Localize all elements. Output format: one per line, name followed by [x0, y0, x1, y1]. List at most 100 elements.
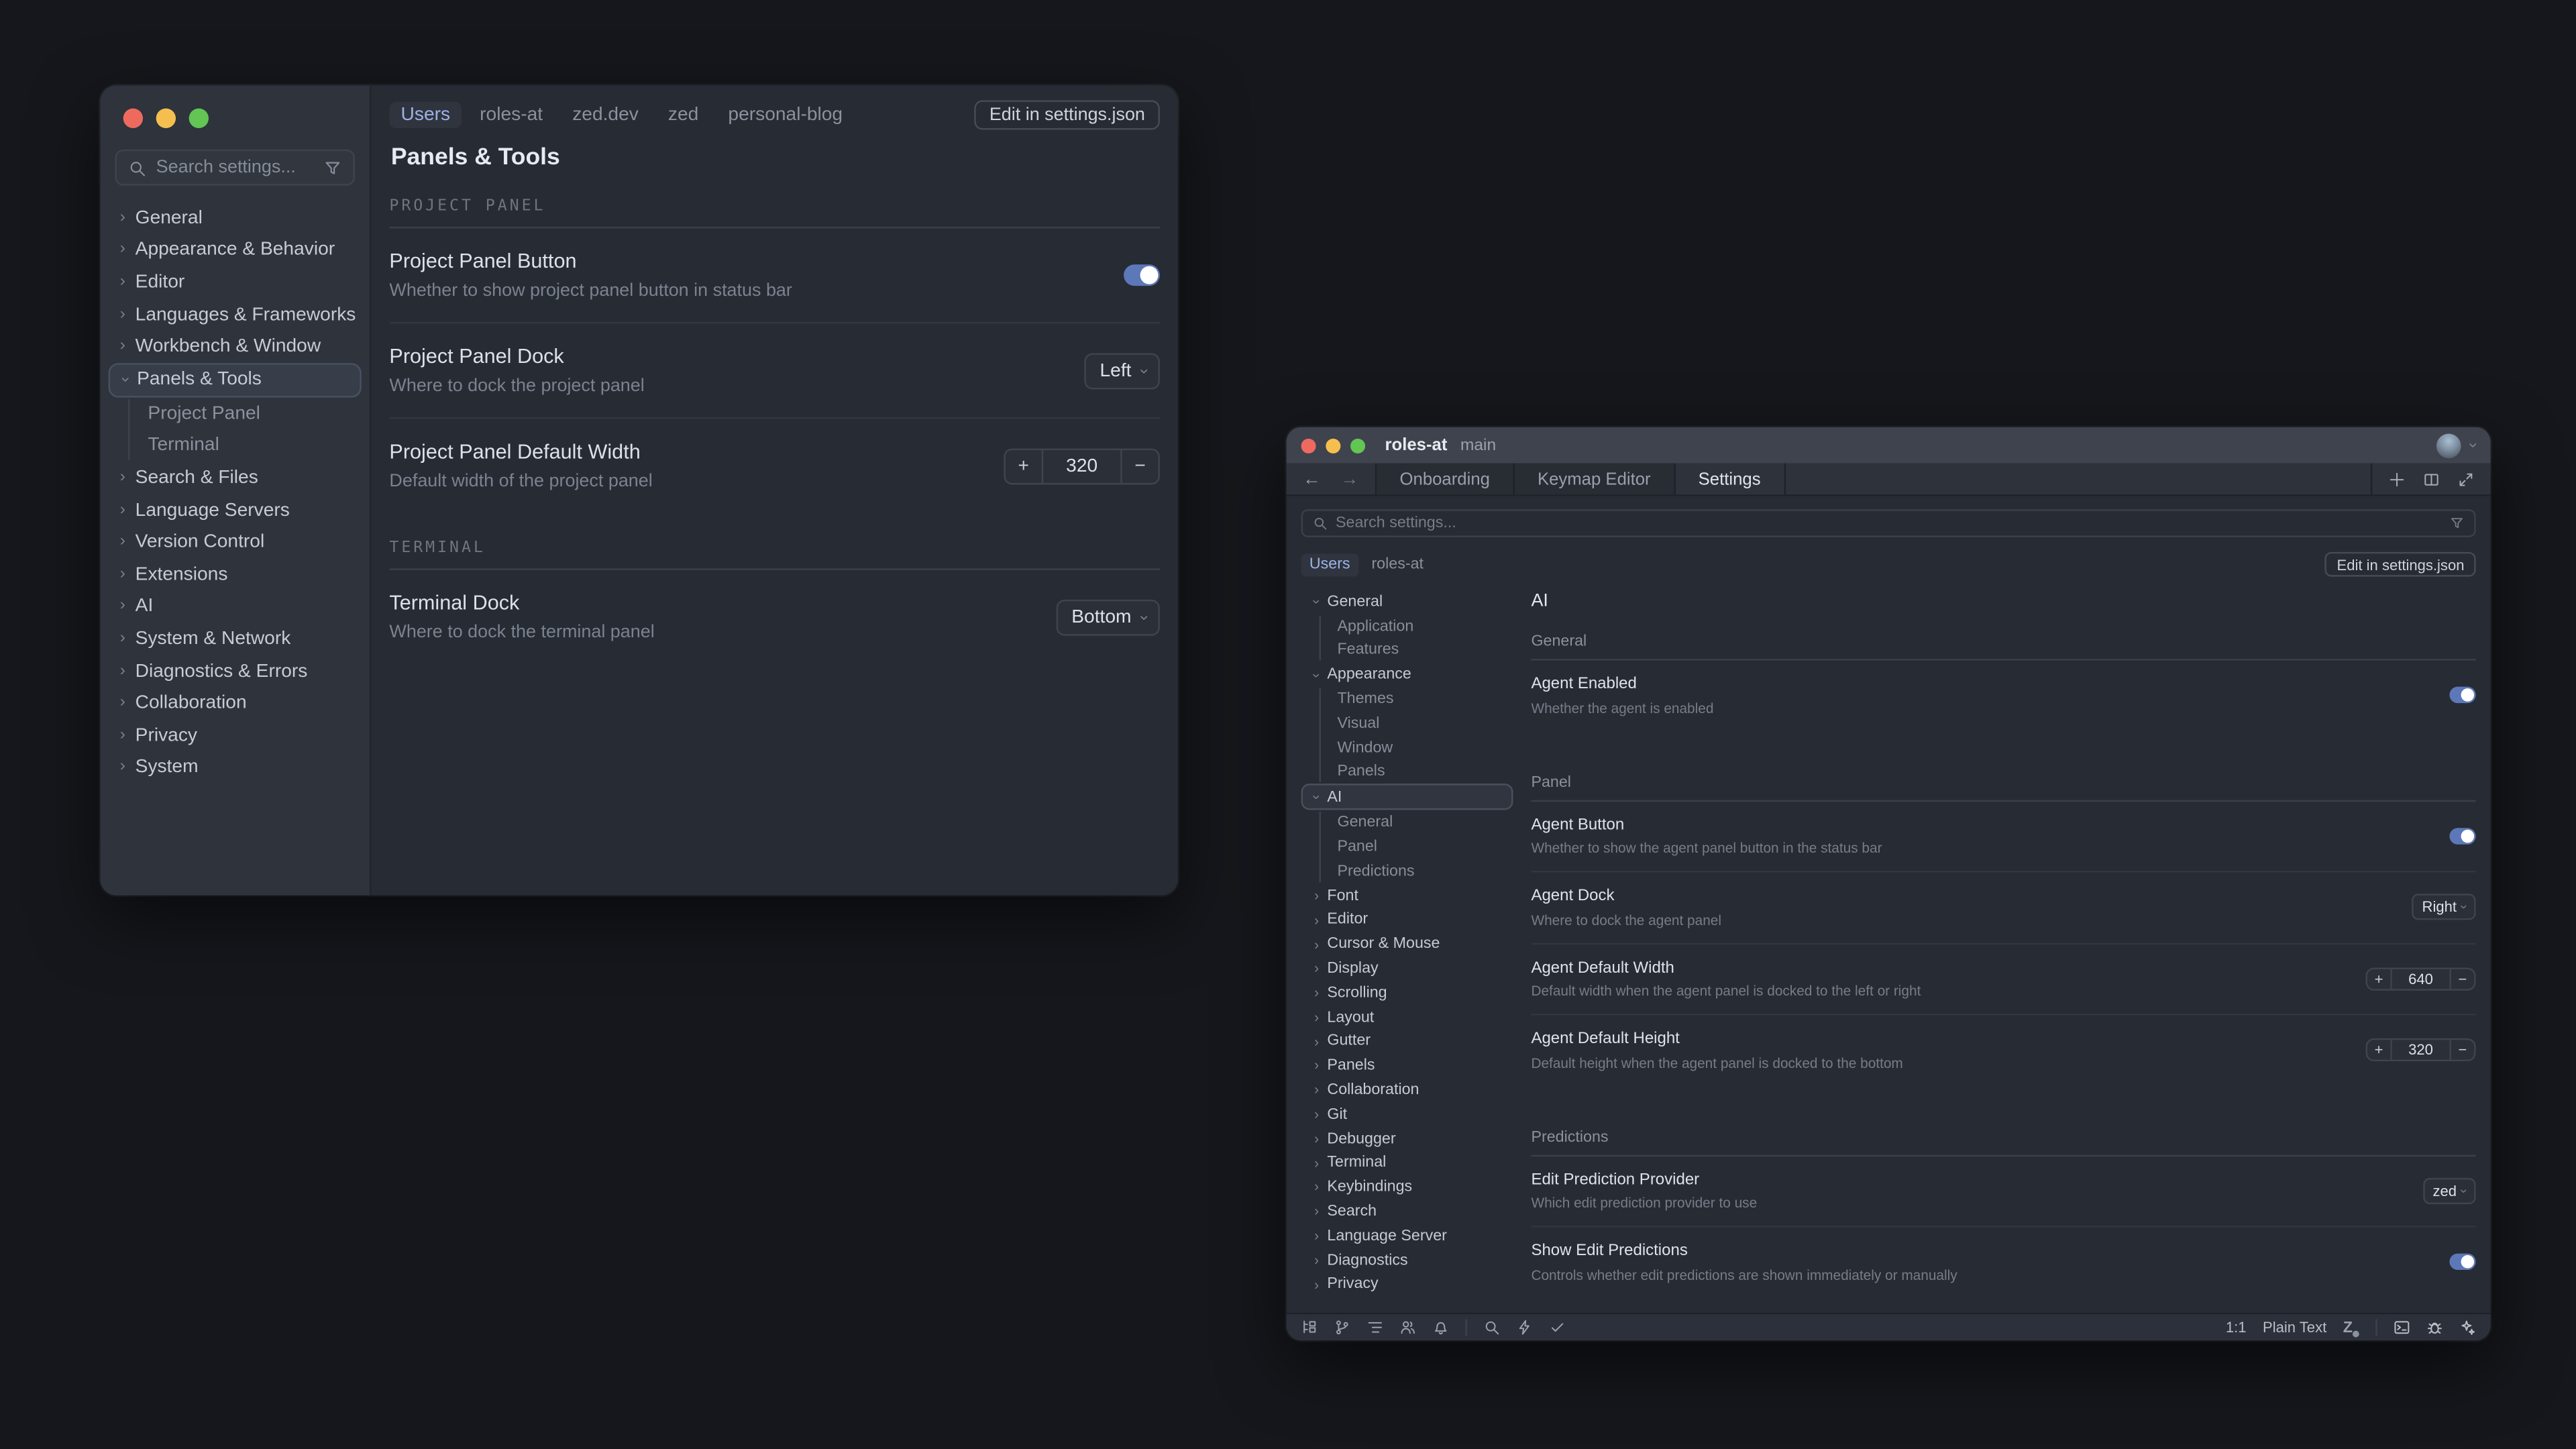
minimize-window-button[interactable]: [156, 109, 176, 128]
git-branch-name[interactable]: main: [1460, 436, 1496, 454]
agent-enabled-toggle[interactable]: [2449, 687, 2475, 703]
filter-icon[interactable]: [323, 158, 341, 176]
outline-panel-icon[interactable]: [1367, 1320, 1383, 1336]
navigate-forward-button[interactable]: →: [1340, 469, 1358, 488]
debugger-icon[interactable]: [2426, 1320, 2443, 1336]
sidebar-item-language-servers[interactable]: Language Servers: [100, 494, 370, 527]
tree-item-application[interactable]: Application: [1301, 614, 1520, 638]
tab-personal-blog[interactable]: personal-blog: [728, 105, 843, 125]
tree-item-privacy[interactable]: Privacy: [1301, 1273, 1520, 1297]
tree-item-ai-predictions[interactable]: Predictions: [1301, 859, 1520, 883]
tree-item-ai[interactable]: AI: [1301, 784, 1513, 810]
sidebar-item-terminal[interactable]: Terminal: [100, 430, 370, 462]
increment-button[interactable]: +: [1006, 449, 1042, 482]
sidebar-item-privacy[interactable]: Privacy: [100, 719, 370, 751]
project-panel-button-toggle[interactable]: [1124, 264, 1160, 286]
increment-button[interactable]: +: [2367, 969, 2390, 988]
collab-panel-icon[interactable]: [1400, 1320, 1416, 1336]
decrement-button[interactable]: −: [2451, 1040, 2474, 1060]
chevron-down-icon[interactable]: [2469, 437, 2474, 453]
tree-item-layout[interactable]: Layout: [1301, 1005, 1520, 1029]
settings-search-box[interactable]: [115, 150, 355, 186]
terminal-icon[interactable]: [2394, 1320, 2410, 1336]
diagnostics-check-icon[interactable]: [1549, 1320, 1565, 1336]
navigate-back-button[interactable]: ←: [1303, 469, 1321, 488]
search-icon[interactable]: [1483, 1320, 1499, 1336]
tree-item-font[interactable]: Font: [1301, 883, 1520, 908]
zoom-window-button[interactable]: [1350, 438, 1365, 453]
tree-item-search[interactable]: Search: [1301, 1199, 1520, 1224]
edit-prediction-provider-dropdown[interactable]: zed: [2423, 1177, 2476, 1203]
sidebar-item-system[interactable]: System: [100, 751, 370, 784]
tree-item-git[interactable]: Git: [1301, 1102, 1520, 1126]
tab-roles-at[interactable]: roles-at: [1371, 555, 1424, 574]
tree-item-keybindings[interactable]: Keybindings: [1301, 1175, 1520, 1199]
zoom-window-button[interactable]: [189, 109, 209, 128]
terminal-dock-dropdown[interactable]: Bottom: [1057, 599, 1160, 635]
new-tab-icon[interactable]: [2389, 471, 2405, 487]
project-panel-dock-dropdown[interactable]: Left: [1085, 352, 1160, 388]
tree-item-gutter[interactable]: Gutter: [1301, 1029, 1520, 1053]
sidebar-item-general[interactable]: General: [100, 202, 370, 234]
sidebar-item-ai[interactable]: AI: [100, 590, 370, 623]
sidebar-item-collaboration[interactable]: Collaboration: [100, 687, 370, 719]
tree-item-panels[interactable]: Panels: [1301, 760, 1520, 784]
tab-users[interactable]: Users: [1301, 553, 1358, 576]
sidebar-item-workbench-window[interactable]: Workbench & Window: [100, 331, 370, 363]
tree-item-cursor-mouse[interactable]: Cursor & Mouse: [1301, 932, 1520, 956]
language-selector[interactable]: Plain Text: [2263, 1320, 2326, 1336]
project-panel-icon[interactable]: [1301, 1320, 1318, 1336]
edit-in-settings-json-button[interactable]: Edit in settings.json: [975, 100, 1160, 129]
sidebar-item-version-control[interactable]: Version Control: [100, 527, 370, 559]
tree-item-visual[interactable]: Visual: [1301, 711, 1520, 735]
tab-onboarding[interactable]: Onboarding: [1377, 464, 1514, 495]
notifications-icon[interactable]: [1433, 1320, 1449, 1336]
zeta-predictions-icon[interactable]: [2343, 1318, 2359, 1336]
edit-in-settings-json-button[interactable]: Edit in settings.json: [2325, 552, 2475, 577]
sidebar-item-system-network[interactable]: System & Network: [100, 623, 370, 655]
cursor-position[interactable]: 1:1: [2226, 1320, 2247, 1336]
close-window-button[interactable]: [123, 109, 143, 128]
tab-settings[interactable]: Settings: [1675, 464, 1785, 495]
settings-search-box[interactable]: [1301, 509, 2476, 537]
search-input[interactable]: [1336, 515, 2441, 533]
ai-sparkles-icon[interactable]: [2459, 1320, 2475, 1336]
tree-item-panels2[interactable]: Panels: [1301, 1054, 1520, 1078]
agent-dock-dropdown[interactable]: Right: [2412, 894, 2476, 920]
decrement-button[interactable]: −: [2451, 969, 2474, 988]
tree-item-appearance[interactable]: Appearance: [1301, 663, 1520, 687]
agent-button-toggle[interactable]: [2449, 828, 2475, 844]
tree-item-collaboration[interactable]: Collaboration: [1301, 1078, 1520, 1102]
tree-item-language-server[interactable]: Language Server: [1301, 1224, 1520, 1248]
sidebar-item-appearance-behavior[interactable]: Appearance & Behavior: [100, 234, 370, 266]
tab-roles-at[interactable]: roles-at: [480, 105, 543, 125]
performance-icon[interactable]: [1516, 1320, 1532, 1336]
sidebar-item-panels-tools[interactable]: Panels & Tools: [109, 363, 362, 397]
tree-item-terminal[interactable]: Terminal: [1301, 1151, 1520, 1175]
tree-item-window[interactable]: Window: [1301, 736, 1520, 760]
tree-item-display[interactable]: Display: [1301, 957, 1520, 981]
show-edit-predictions-toggle[interactable]: [2449, 1254, 2475, 1270]
expand-icon[interactable]: [2458, 471, 2474, 487]
tab-keymap-editor[interactable]: Keymap Editor: [1515, 464, 1676, 495]
sidebar-item-project-panel[interactable]: Project Panel: [100, 398, 370, 430]
filter-icon[interactable]: [2449, 516, 2464, 531]
tree-item-editor[interactable]: Editor: [1301, 908, 1520, 932]
sidebar-item-editor[interactable]: Editor: [100, 266, 370, 299]
project-name[interactable]: roles-at: [1385, 435, 1447, 455]
stepper-value[interactable]: 320: [2392, 1040, 2450, 1060]
sidebar-item-diagnostics-errors[interactable]: Diagnostics & Errors: [100, 655, 370, 687]
tree-item-ai-panel[interactable]: Panel: [1301, 835, 1520, 859]
tree-item-themes[interactable]: Themes: [1301, 687, 1520, 711]
sidebar-item-languages-frameworks[interactable]: Languages & Frameworks: [100, 299, 370, 331]
tab-zed[interactable]: zed: [668, 105, 698, 125]
tree-item-general[interactable]: General: [1301, 590, 1520, 614]
tab-zed-dev[interactable]: zed.dev: [572, 105, 639, 125]
tree-item-ai-general[interactable]: General: [1301, 810, 1520, 835]
increment-button[interactable]: +: [2367, 1040, 2390, 1060]
close-window-button[interactable]: [1301, 438, 1316, 453]
split-pane-icon[interactable]: [2423, 471, 2439, 487]
tree-item-scrolling[interactable]: Scrolling: [1301, 981, 1520, 1005]
sidebar-item-extensions[interactable]: Extensions: [100, 559, 370, 591]
tree-item-features[interactable]: Features: [1301, 639, 1520, 663]
